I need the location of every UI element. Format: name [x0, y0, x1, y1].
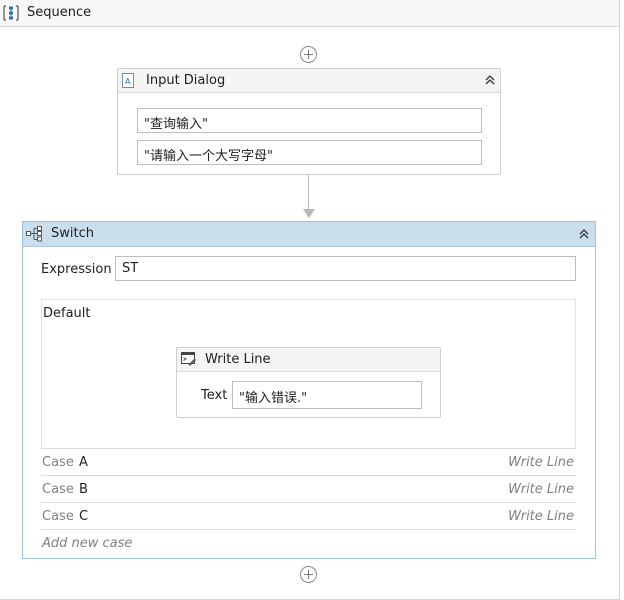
case-value: C — [79, 509, 89, 524]
svg-text:A: A — [125, 77, 131, 86]
case-label: Case — [42, 509, 74, 524]
write-line-activity[interactable]: Write Line Text "输入错误." — [176, 347, 441, 418]
switch-activity[interactable]: Switch Expression ST Default Write Line — [22, 221, 596, 559]
case-row[interactable]: Case C Write Line — [41, 502, 576, 529]
write-line-icon — [181, 352, 196, 366]
write-line-title: Write Line — [205, 352, 271, 367]
default-case-area[interactable]: Default Write Line Text "输入错误." — [41, 299, 576, 449]
expression-label: Expression — [41, 262, 112, 277]
case-target[interactable]: Write Line — [508, 455, 574, 470]
case-divider — [41, 529, 576, 530]
switch-header[interactable]: Switch — [23, 222, 595, 247]
collapse-chevron-icon[interactable] — [483, 73, 497, 87]
case-label: Case — [42, 482, 74, 497]
case-value: B — [79, 482, 88, 497]
dialog-title-field[interactable]: "查询输入" — [137, 108, 482, 133]
add-activity-top-icon[interactable] — [300, 46, 317, 63]
workflow-designer-canvas: Sequence A Input Dialog "查询输入" "请输入一个大写字… — [0, 0, 624, 600]
text-label: Text — [201, 388, 228, 403]
expression-field[interactable]: ST — [115, 256, 576, 281]
sequence-header[interactable]: Sequence — [0, 0, 620, 27]
arrow-down-icon — [303, 209, 315, 218]
collapse-chevron-icon[interactable] — [577, 227, 591, 241]
add-new-case-link[interactable]: Add new case — [42, 536, 132, 551]
dialog-label-field[interactable]: "请输入一个大写字母" — [137, 140, 482, 165]
case-target[interactable]: Write Line — [508, 482, 574, 497]
case-row[interactable]: Case B Write Line — [41, 475, 576, 502]
switch-title: Switch — [51, 226, 94, 241]
case-target[interactable]: Write Line — [508, 509, 574, 524]
case-label: Case — [42, 455, 74, 470]
sequence-title: Sequence — [27, 5, 92, 20]
add-activity-bottom-icon[interactable] — [300, 566, 317, 583]
input-dialog-activity[interactable]: A Input Dialog "查询输入" "请输入一个大写字母" — [117, 68, 501, 175]
input-dialog-header[interactable]: A Input Dialog — [118, 69, 500, 93]
switch-icon — [26, 226, 42, 242]
default-label: Default — [43, 306, 91, 321]
input-dialog-icon: A — [122, 73, 134, 88]
input-dialog-title: Input Dialog — [146, 73, 226, 88]
case-row[interactable]: Case A Write Line — [41, 448, 576, 475]
case-value: A — [79, 455, 88, 470]
write-line-header[interactable]: Write Line — [177, 348, 440, 372]
sequence-icon — [3, 5, 19, 21]
write-line-text-field[interactable]: "输入错误." — [232, 381, 422, 409]
flow-connector — [308, 175, 309, 211]
